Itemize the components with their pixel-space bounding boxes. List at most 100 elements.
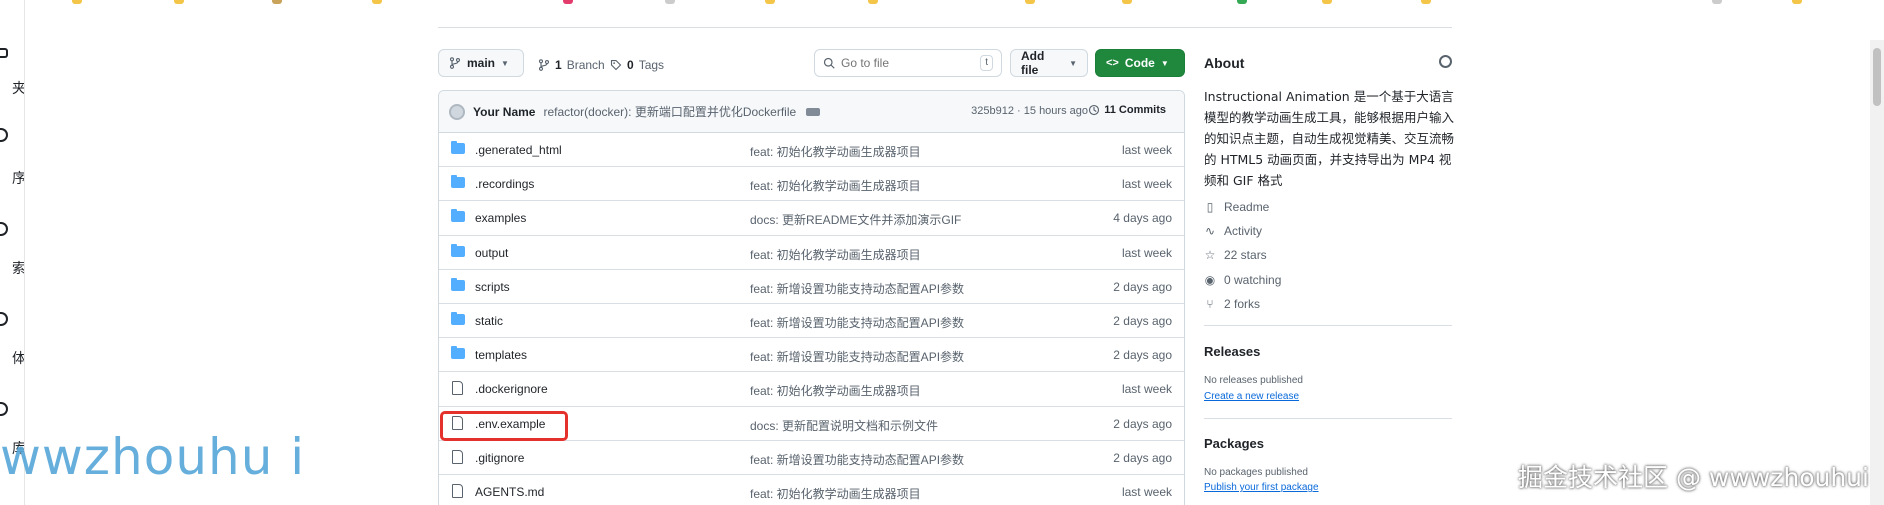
forks-link[interactable]: ⑂ 2 forks [1204,297,1260,311]
file-icon [452,381,463,396]
left-sidebar-label[interactable]: 体 [0,348,24,368]
publish-package-link[interactable]: Publish your first package [1204,482,1319,493]
bookmark-icon[interactable] [1025,0,1035,4]
file-commit-message[interactable]: feat: 新增设置功能支持动态配置API参数 [750,348,964,365]
bookmark-icon[interactable] [1322,0,1332,4]
left-sidebar-label[interactable]: 夹 [0,78,24,98]
about-heading: About [1204,55,1245,71]
file-name-link[interactable]: examples [475,211,526,225]
file-name-link[interactable]: output [475,246,508,260]
file-name-link[interactable]: AGENTS.md [475,485,544,499]
releases-heading[interactable]: Releases [1204,344,1260,359]
file-commit-date: 2 days ago [1113,279,1172,294]
file-name-link[interactable]: scripts [475,280,510,294]
scrollbar-thumb[interactable] [1873,48,1881,106]
table-row[interactable]: AGENTS.md feat: 初始化教学动画生成器项目 last week [439,475,1184,505]
create-release-link[interactable]: Create a new release [1204,391,1299,402]
bookmark-icon[interactable] [372,0,382,4]
bookmark-icon[interactable] [765,0,775,4]
left-sidebar-label[interactable]: 索 [0,258,24,278]
media-icon[interactable] [0,312,8,326]
packages-heading[interactable]: Packages [1204,436,1264,451]
table-row[interactable]: examples docs: 更新README文件并添加演示GIF 4 days a… [439,201,1184,236]
table-row[interactable]: static feat: 新增设置功能支持动态配置API参数 2 days ago [439,304,1184,339]
activity-link[interactable]: ∿ Activity [1204,224,1262,238]
file-name-link[interactable]: .dockerignore [475,382,548,396]
folder-icon [451,346,465,362]
file-commit-message[interactable]: feat: 初始化教学动画生成器项目 [750,143,921,160]
folder-icon [451,141,465,157]
forks-label: 2 forks [1224,297,1261,311]
bookmarks-strip [0,0,1884,8]
readme-link[interactable]: ▯ Readme [1204,200,1270,214]
star-icon: ☆ [1204,248,1216,262]
bookmark-icon[interactable] [665,0,675,4]
table-row[interactable]: output feat: 初始化教学动画生成器项目 last week [439,236,1184,270]
bookmark-icon[interactable] [1237,0,1247,4]
tags-link[interactable]: 0 Tags [610,55,664,75]
commit-meta[interactable]: 325b912 · 15 hours ago [971,105,1088,117]
table-row[interactable]: templates feat: 新增设置功能支持动态配置API参数 2 days a… [439,338,1184,373]
bookmark-icon[interactable] [1421,0,1431,4]
file-commit-message[interactable]: docs: 更新配置说明文档和示例文件 [750,417,938,434]
branches-label: Branch [566,58,605,72]
file-commit-date: 2 days ago [1113,348,1172,363]
file-commit-date: 2 days ago [1113,416,1172,431]
left-sidebar-label[interactable]: 序 [0,168,24,188]
avatar[interactable] [449,103,465,120]
search-input[interactable] [841,56,971,70]
program-icon[interactable] [0,128,8,142]
file-commit-message[interactable]: feat: 初始化教学动画生成器项目 [750,177,921,194]
folder-icon [451,209,465,223]
add-file-label: Add file [1021,49,1045,77]
bookmark-icon[interactable] [1792,0,1802,4]
stars-link[interactable]: ☆ 22 stars [1204,248,1267,262]
gear-icon[interactable] [1439,55,1452,68]
library-icon[interactable] [0,402,8,416]
file-commit-message[interactable]: feat: 新增设置功能支持动态配置API参数 [750,451,964,468]
search-icon[interactable] [0,222,8,236]
file-commit-message[interactable]: feat: 新增设置功能支持动态配置API参数 [750,280,964,297]
file-name-link[interactable]: .gitignore [475,451,524,465]
bookmark-icon[interactable] [1712,0,1722,4]
stars-label: 22 stars [1224,248,1267,262]
tag-icon [610,59,622,71]
file-name-link[interactable]: static [475,314,503,328]
file-commit-message[interactable]: feat: 新增设置功能支持动态配置API参数 [750,314,964,331]
file-commit-message[interactable]: docs: 更新README文件并添加演示GIF [750,211,961,228]
file-name-link[interactable]: .generated_html [475,143,562,157]
folder-icon [451,209,465,225]
branch-select-button[interactable]: main ▼ [438,49,524,77]
bookmark-icon[interactable] [563,0,573,4]
table-row[interactable]: scripts feat: 新增设置功能支持动态配置API参数 2 days ago [439,270,1184,304]
table-row[interactable]: .recordings feat: 初始化教学动画生成器项目 last week [439,167,1184,202]
commit-author[interactable]: Your Name [473,105,535,119]
table-row[interactable]: .generated_html feat: 初始化教学动画生成器项目 last we… [439,133,1184,168]
releases-empty-text: No releases published [1204,375,1303,386]
file-commit-date: last week [1121,143,1172,157]
go-to-file-search[interactable]: t [814,49,1002,77]
bookmark-icon[interactable] [72,0,82,4]
branches-link[interactable]: 1 Branch [538,55,605,75]
file-commit-message[interactable]: feat: 初始化教学动画生成器项目 [750,246,921,263]
file-table: Your Name refactor(docker): 更新端口配置并优化Doc… [438,90,1185,505]
code-button[interactable]: <> Code ▼ [1095,49,1185,77]
file-commit-message[interactable]: feat: 初始化教学动画生成器项目 [750,485,921,502]
commits-link[interactable]: 11 Commits [1088,104,1166,116]
search-icon [823,57,835,69]
folder-icon[interactable] [0,48,8,58]
bookmark-icon[interactable] [174,0,184,4]
ellipsis-icon[interactable] [806,107,821,116]
table-row[interactable]: .dockerignore feat: 初始化教学动画生成器项目 last week [439,372,1184,407]
table-row[interactable]: .gitignore feat: 新增设置功能支持动态配置API参数 2 days … [439,441,1184,475]
bookmark-icon[interactable] [272,0,282,4]
file-commit-message[interactable]: feat: 初始化教学动画生成器项目 [750,382,921,399]
file-name-link[interactable]: templates [475,348,527,362]
bookmark-icon[interactable] [868,0,878,4]
watching-link[interactable]: ◉ 0 watching [1204,273,1282,287]
page-scrollbar[interactable] [1870,40,1884,505]
file-name-link[interactable]: .recordings [475,177,534,191]
bookmark-icon[interactable] [1122,0,1132,4]
add-file-button[interactable]: Add file ▼ [1010,49,1088,77]
commit-message[interactable]: refactor(docker): 更新端口配置并优化Dockerfile [543,103,796,120]
